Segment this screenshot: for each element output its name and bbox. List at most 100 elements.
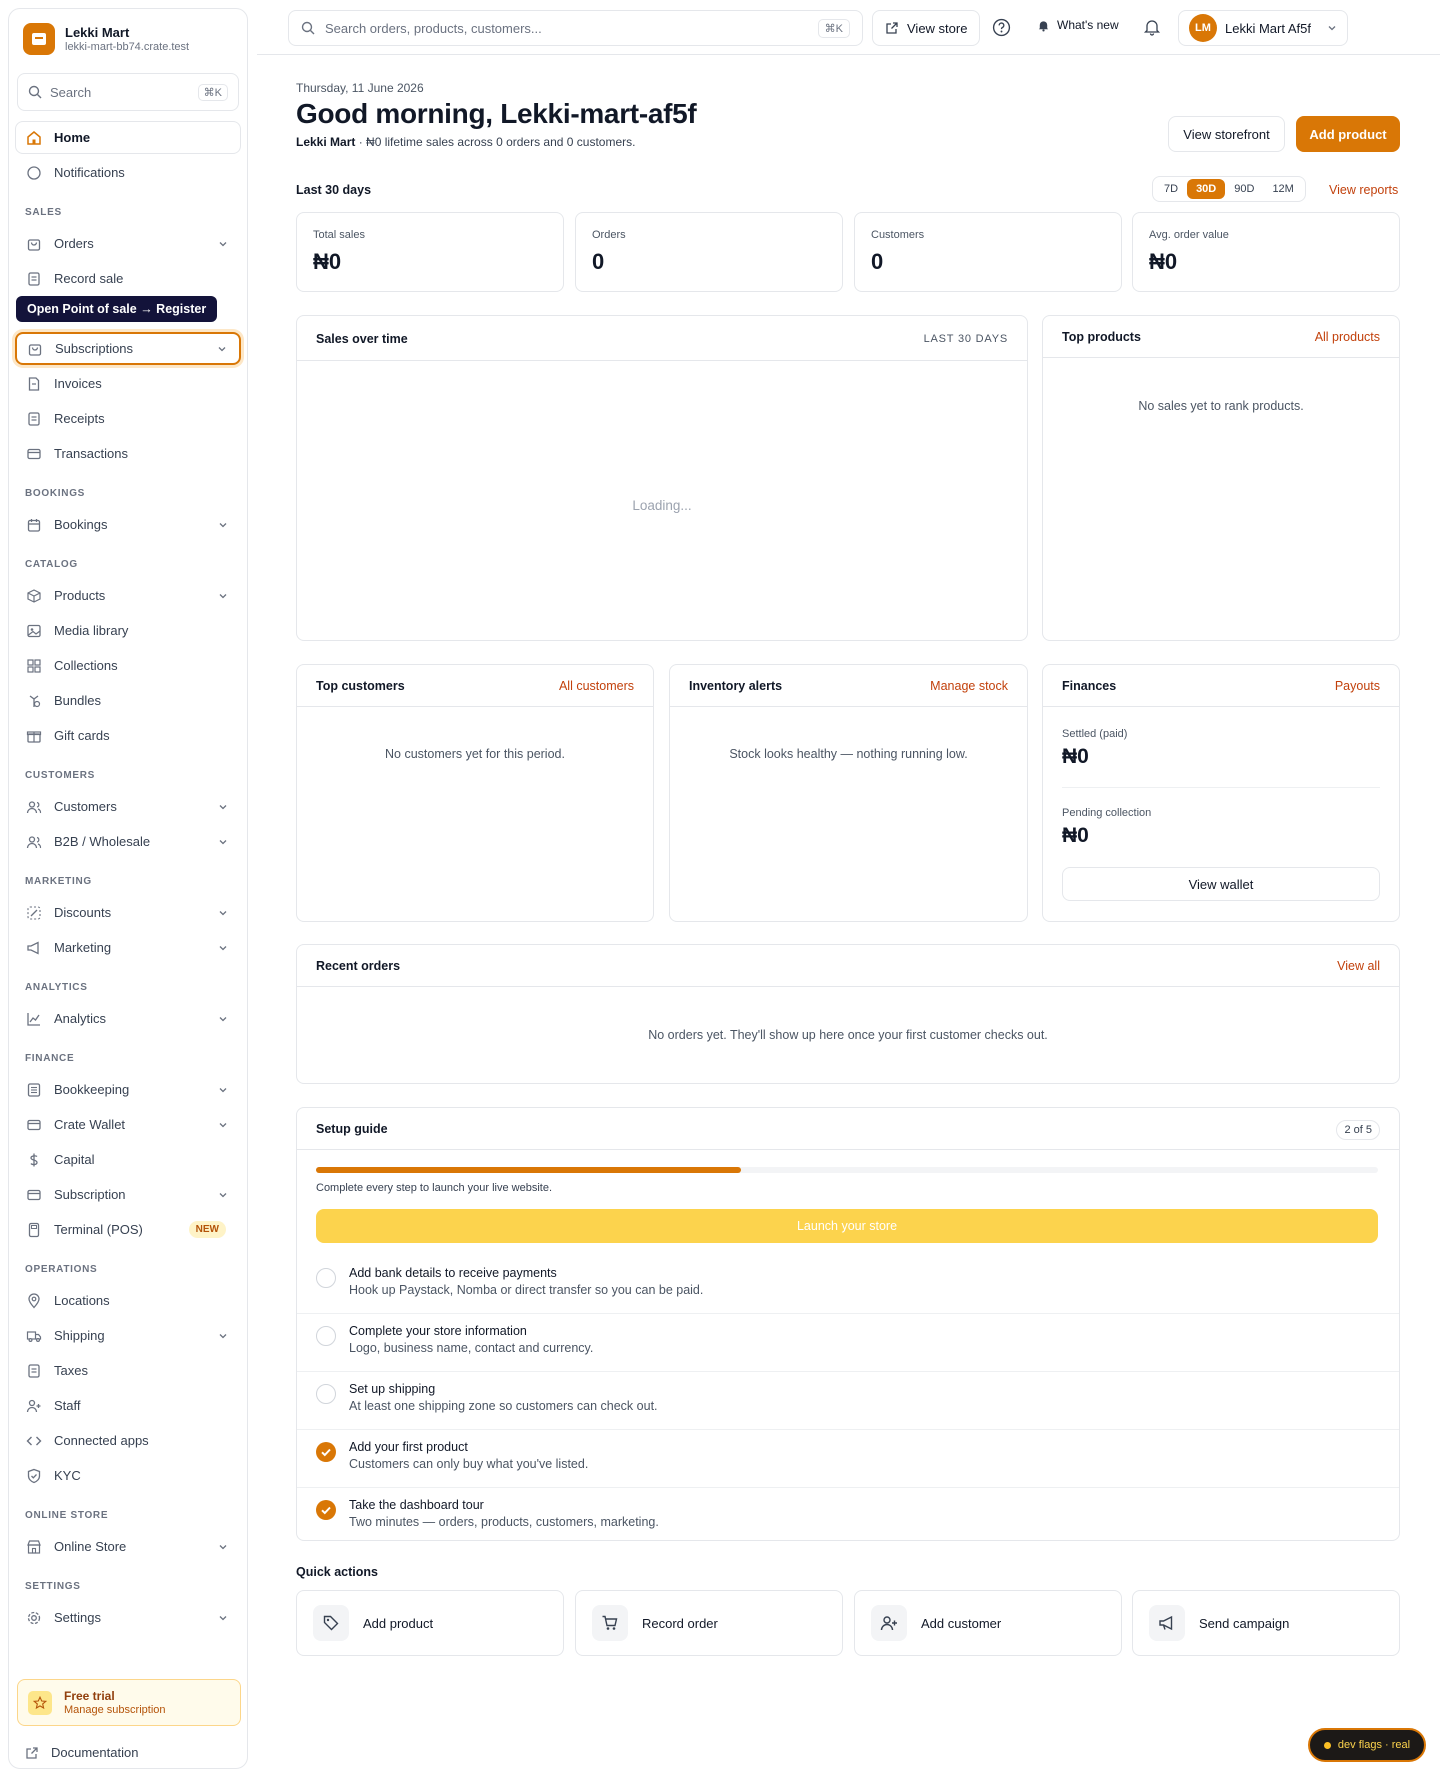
sidebar-item-bookings[interactable]: Bookings: [15, 508, 241, 541]
sidebar-item-invoices[interactable]: Invoices: [15, 367, 241, 400]
sidebar-item-capital[interactable]: Capital: [15, 1143, 241, 1176]
global-search-input[interactable]: Search orders, products, customers... ⌘K: [288, 10, 863, 46]
chevron-down-icon[interactable]: [217, 344, 227, 354]
sidebar-item-label: Transactions: [54, 446, 128, 461]
manage-stock-link[interactable]: Manage stock: [930, 679, 1008, 693]
dev-flags-toggle[interactable]: dev flags · real: [1308, 1728, 1426, 1762]
period-90d[interactable]: 90D: [1225, 179, 1263, 199]
chevron-down-icon[interactable]: [218, 1331, 228, 1341]
sidebar-item-staff[interactable]: Staff: [15, 1389, 241, 1422]
store-switcher[interactable]: Lekki Mart lekki-mart-bb74.crate.test: [23, 23, 189, 55]
chevron-down-icon[interactable]: [218, 943, 228, 953]
period-12m[interactable]: 12M: [1263, 179, 1302, 199]
notifications-bell-icon[interactable]: [1143, 18, 1161, 36]
sidebar-item-home[interactable]: Home: [15, 121, 241, 154]
sidebar-search[interactable]: Search ⌘K: [17, 73, 239, 111]
user-menu-button[interactable]: LM Lekki Mart Af5f: [1178, 10, 1348, 46]
view-reports-link[interactable]: View reports: [1329, 183, 1398, 197]
sidebar-item-locations[interactable]: Locations: [15, 1284, 241, 1317]
quick-action-send-campaign[interactable]: Send campaign: [1132, 1590, 1400, 1656]
help-icon[interactable]: [992, 18, 1011, 37]
setup-step[interactable]: Add bank details to receive payments Hoo…: [297, 1256, 1399, 1314]
sidebar-item-media-library[interactable]: Media library: [15, 614, 241, 647]
kpi-card-avg-order-value[interactable]: Avg. order value ₦0: [1132, 212, 1400, 292]
current-date: Thursday, 11 June 2026: [296, 81, 424, 95]
search-shortcut: ⌘K: [197, 83, 228, 101]
sidebar-item-analytics[interactable]: Analytics: [15, 1002, 241, 1035]
sidebar-item-shipping[interactable]: Shipping: [15, 1319, 241, 1352]
sidebar-item-transactions[interactable]: Transactions: [15, 437, 241, 470]
chevron-down-icon[interactable]: [218, 1190, 228, 1200]
quick-action-record-order[interactable]: Record order: [575, 1590, 843, 1656]
sidebar-item-gift-cards[interactable]: Gift cards: [15, 719, 241, 752]
launch-store-button[interactable]: Launch your store: [316, 1209, 1378, 1243]
sidebar-item-crate-wallet[interactable]: Crate Wallet: [15, 1108, 241, 1141]
step-status-circle-icon[interactable]: [316, 1326, 336, 1346]
chevron-down-icon[interactable]: [218, 802, 228, 812]
documentation-link[interactable]: Documentation: [25, 1745, 138, 1760]
chevron-down-icon[interactable]: [218, 1120, 228, 1130]
sidebar-item-notifications[interactable]: Notifications: [15, 156, 241, 189]
kpi-card-total-sales[interactable]: Total sales ₦0: [296, 212, 564, 292]
trial-title: Free trial: [64, 1689, 115, 1703]
chevron-down-icon[interactable]: [218, 1085, 228, 1095]
step-status-circle-icon[interactable]: [316, 1384, 336, 1404]
period-30d[interactable]: 30D: [1187, 179, 1226, 199]
sidebar-item-collections[interactable]: Collections: [15, 649, 241, 682]
sidebar-item-subscriptions[interactable]: Subscriptions: [15, 332, 241, 365]
sidebar-item-online-store[interactable]: Online Store: [15, 1530, 241, 1563]
view-wallet-button[interactable]: View wallet: [1062, 867, 1380, 901]
all-customers-link[interactable]: All customers: [559, 679, 634, 693]
chevron-down-icon[interactable]: [218, 520, 228, 530]
view-storefront-button[interactable]: View storefront: [1168, 116, 1285, 152]
receipt-icon: [26, 271, 42, 287]
chevron-down-icon[interactable]: [218, 239, 228, 249]
whats-new-button[interactable]: What's new: [1037, 18, 1119, 32]
sidebar-item-bundles[interactable]: Bundles: [15, 684, 241, 717]
sidebar-item-orders[interactable]: Orders: [15, 227, 241, 260]
sidebar-item-subscription[interactable]: Subscription: [15, 1178, 241, 1211]
chevron-down-icon[interactable]: [218, 1014, 228, 1024]
payouts-link[interactable]: Payouts: [1335, 679, 1380, 693]
setup-step[interactable]: Set up shipping At least one shipping zo…: [297, 1372, 1399, 1430]
setup-step[interactable]: Take the dashboard tour Two minutes — or…: [297, 1488, 1399, 1546]
sidebar-item-terminal-pos[interactable]: Terminal (POS) NEW: [15, 1213, 241, 1246]
chevron-down-icon[interactable]: [218, 1613, 228, 1623]
quick-action-add-customer[interactable]: Add customer: [854, 1590, 1122, 1656]
chevron-down-icon[interactable]: [218, 837, 228, 847]
setup-step[interactable]: Complete your store information Logo, bu…: [297, 1314, 1399, 1372]
sidebar-item-bookkeeping[interactable]: Bookkeeping: [15, 1073, 241, 1106]
add-product-button[interactable]: Add product: [1296, 116, 1400, 152]
sidebar-item-taxes[interactable]: Taxes: [15, 1354, 241, 1387]
kpi-card-orders[interactable]: Orders 0: [575, 212, 843, 292]
check-circle-icon[interactable]: [316, 1500, 336, 1520]
bundle-icon: [26, 693, 42, 709]
sidebar-item-settings[interactable]: Settings: [15, 1601, 241, 1634]
all-products-link[interactable]: All products: [1315, 330, 1380, 344]
sidebar-item-discounts[interactable]: Discounts: [15, 896, 241, 929]
setup-step[interactable]: Add your first product Customers can onl…: [297, 1430, 1399, 1488]
view-all-orders-link[interactable]: View all: [1337, 959, 1380, 973]
period-selector[interactable]: 7D 30D 90D 12M: [1152, 176, 1306, 202]
chevron-down-icon[interactable]: [218, 908, 228, 918]
sidebar-item-receipts[interactable]: Receipts: [15, 402, 241, 435]
kpi-card-customers[interactable]: Customers 0: [854, 212, 1122, 292]
free-trial-card[interactable]: Free trial Manage subscription: [17, 1679, 241, 1726]
manage-subscription-link[interactable]: Manage subscription: [64, 1704, 166, 1716]
check-circle-icon[interactable]: [316, 1442, 336, 1462]
pending-value: ₦0: [1062, 824, 1089, 847]
sidebar-item-customers[interactable]: Customers: [15, 790, 241, 823]
sidebar-item-products[interactable]: Products: [15, 579, 241, 612]
quick-action-add-product[interactable]: Add product: [296, 1590, 564, 1656]
sidebar-item-record-sale[interactable]: Record sale: [15, 262, 241, 295]
view-store-button[interactable]: View store: [872, 10, 981, 46]
period-7d[interactable]: 7D: [1155, 179, 1187, 199]
sidebar-item-b2b-wholesale[interactable]: B2B / Wholesale: [15, 825, 241, 858]
sidebar-item-kyc[interactable]: KYC: [15, 1459, 241, 1492]
sidebar-item-marketing[interactable]: Marketing: [15, 931, 241, 964]
step-status-circle-icon[interactable]: [316, 1268, 336, 1288]
chevron-down-icon[interactable]: [218, 1542, 228, 1552]
sidebar-item-label: Shipping: [54, 1328, 105, 1343]
sidebar-item-connected-apps[interactable]: Connected apps: [15, 1424, 241, 1457]
chevron-down-icon[interactable]: [218, 591, 228, 601]
